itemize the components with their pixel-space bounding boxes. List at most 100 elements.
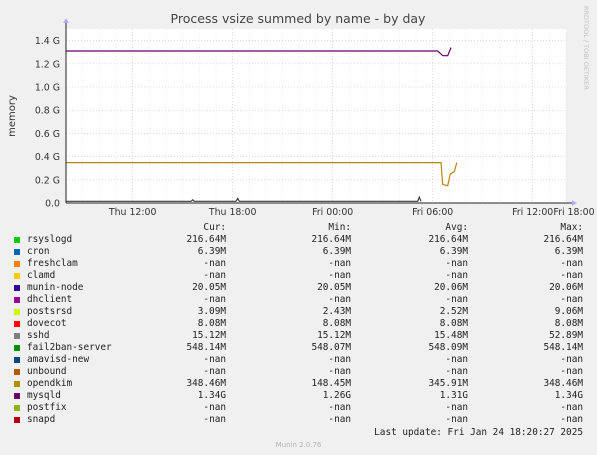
legend-value-max: 9.06M <box>554 306 583 317</box>
x-tick-label: Fri 18:00 <box>553 207 594 218</box>
legend-value-min: 548.07M <box>311 342 351 353</box>
legend-value-max: 216.64M <box>543 234 583 245</box>
legend-series-name: dovecot <box>27 318 67 329</box>
legend-value-cur: -nan <box>203 258 226 269</box>
x-tick-label: Fri 12:00 <box>512 207 553 218</box>
legend-value-min: -nan <box>328 366 351 377</box>
chart-title: Process vsize summed by name - by day <box>171 11 426 26</box>
legend-value-max: -nan <box>560 402 583 413</box>
legend-value-min: -nan <box>328 270 351 281</box>
y-tick-label: 1.4 G <box>35 36 60 47</box>
legend-swatch <box>14 381 20 387</box>
legend-header: Cur: Min: Avg: Max: <box>0 222 597 234</box>
x-tick-label: Fri 06:00 <box>412 207 453 218</box>
legend-value-max: -nan <box>560 294 583 305</box>
legend-value-min: 8.08M <box>322 318 351 329</box>
legend-row: unbound -nan -nan -nan -nan <box>0 366 597 378</box>
legend-value-cur: 6.39M <box>197 246 226 257</box>
legend-value-cur: 15.12M <box>192 330 226 341</box>
y-tick-label: 1.2 G <box>35 59 60 70</box>
legend-row: opendkim 348.46M 148.45M 345.91M 348.46M <box>0 378 597 390</box>
legend-value-avg: 6.39M <box>439 246 468 257</box>
legend-value-cur: 8.08M <box>197 318 226 329</box>
legend-series-name: opendkim <box>27 378 73 389</box>
legend-table: Cur: Min: Avg: Max: rsyslogd 216.64M 216.6… <box>0 222 597 426</box>
legend-value-avg: -nan <box>445 258 468 269</box>
legend-swatch <box>14 237 20 243</box>
legend-row: freshclam -nan -nan -nan -nan <box>0 258 597 270</box>
y-tick-label: 0.0 <box>45 199 60 210</box>
legend-value-min: 1.26G <box>322 390 351 401</box>
y-axis-label: memory <box>7 95 18 137</box>
legend-value-max: 348.46M <box>543 378 583 389</box>
legend-value-max: -nan <box>560 354 583 365</box>
x-tick-label: Thu 18:00 <box>208 207 257 218</box>
legend-row: rsyslogd 216.64M 216.64M 216.64M 216.64M <box>0 234 597 246</box>
x-tick-label: Fri 00:00 <box>312 207 353 218</box>
legend-row: dovecot 8.08M 8.08M 8.08M 8.08M <box>0 318 597 330</box>
legend-value-max: 548.14M <box>543 342 583 353</box>
legend-value-min: -nan <box>328 414 351 425</box>
legend-series-name: mysqld <box>27 390 61 401</box>
legend-row: sshd 15.12M 15.12M 15.48M 52.89M <box>0 330 597 342</box>
legend-row: postfix -nan -nan -nan -nan <box>0 402 597 414</box>
legend-value-max: 52.89M <box>549 330 583 341</box>
legend-row: mysqld 1.34G 1.26G 1.31G 1.34G <box>0 390 597 402</box>
legend-swatch <box>14 345 20 351</box>
legend-series-name: amavisd-new <box>27 354 90 365</box>
legend-series-name: snapd <box>27 414 56 425</box>
legend-value-min: -nan <box>328 294 351 305</box>
legend-value-min: -nan <box>328 402 351 413</box>
legend-series-name: dhclient <box>27 294 73 305</box>
legend-series-name: rsyslogd <box>27 234 73 245</box>
legend-value-max: -nan <box>560 366 583 377</box>
legend-value-min: 15.12M <box>317 330 351 341</box>
legend-swatch <box>14 273 20 279</box>
chart: Process vsize summed by name - by day me… <box>7 6 595 218</box>
legend-row: snapd -nan -nan -nan -nan <box>0 414 597 426</box>
legend-value-max: -nan <box>560 258 583 269</box>
legend-swatch <box>14 417 20 423</box>
legend-series-name: sshd <box>27 330 50 341</box>
legend-row: postsrsd 3.09M 2.43M 2.52M 9.06M <box>0 306 597 318</box>
y-tick-label: 1.0 G <box>35 83 60 94</box>
legend-series-name: munin-node <box>27 282 84 293</box>
legend-row: munin-node 20.05M 20.05M 20.06M 20.06M <box>0 282 597 294</box>
legend-value-max: 6.39M <box>554 246 583 257</box>
legend-row: clamd -nan -nan -nan -nan <box>0 270 597 282</box>
legend-swatch <box>14 393 20 399</box>
legend-swatch <box>14 357 20 363</box>
legend-value-cur: 1.34G <box>197 390 226 401</box>
legend-row: fail2ban-server 548.14M 548.07M 548.09M 548.… <box>0 342 597 354</box>
legend-value-cur: 3.09M <box>197 306 226 317</box>
legend-value-cur: 216.64M <box>186 234 226 245</box>
legend-value-avg: 1.31G <box>439 390 468 401</box>
legend-value-avg: -nan <box>445 354 468 365</box>
legend-value-avg: -nan <box>445 402 468 413</box>
legend-value-min: 148.45M <box>311 378 351 389</box>
legend-value-avg: 20.06M <box>434 282 468 293</box>
legend-value-avg: -nan <box>445 414 468 425</box>
legend-series-name: clamd <box>27 270 56 281</box>
legend-value-max: 20.06M <box>549 282 583 293</box>
legend-value-max: 1.34G <box>554 390 583 401</box>
legend-swatch <box>14 249 20 255</box>
x-axis-arrow <box>572 200 577 206</box>
legend-value-max: -nan <box>560 414 583 425</box>
legend-swatch <box>14 297 20 303</box>
legend-value-avg: -nan <box>445 270 468 281</box>
legend-value-avg: 216.64M <box>428 234 468 245</box>
legend-value-avg: 15.48M <box>434 330 468 341</box>
legend-value-min: -nan <box>328 258 351 269</box>
legend-series-name: postsrsd <box>27 306 73 317</box>
legend-row: amavisd-new -nan -nan -nan -nan <box>0 354 597 366</box>
legend-value-cur: -nan <box>203 354 226 365</box>
last-update: Last update: Fri Jan 24 18:20:27 2025 <box>374 427 583 438</box>
legend-value-cur: -nan <box>203 366 226 377</box>
legend-header-cur: Cur: <box>203 222 226 233</box>
legend-header-max: Max: <box>560 222 583 233</box>
y-axis-arrow <box>63 18 69 23</box>
legend-value-cur: 348.46M <box>186 378 226 389</box>
legend-series-name: postfix <box>27 402 67 413</box>
legend-value-avg: 548.09M <box>428 342 468 353</box>
